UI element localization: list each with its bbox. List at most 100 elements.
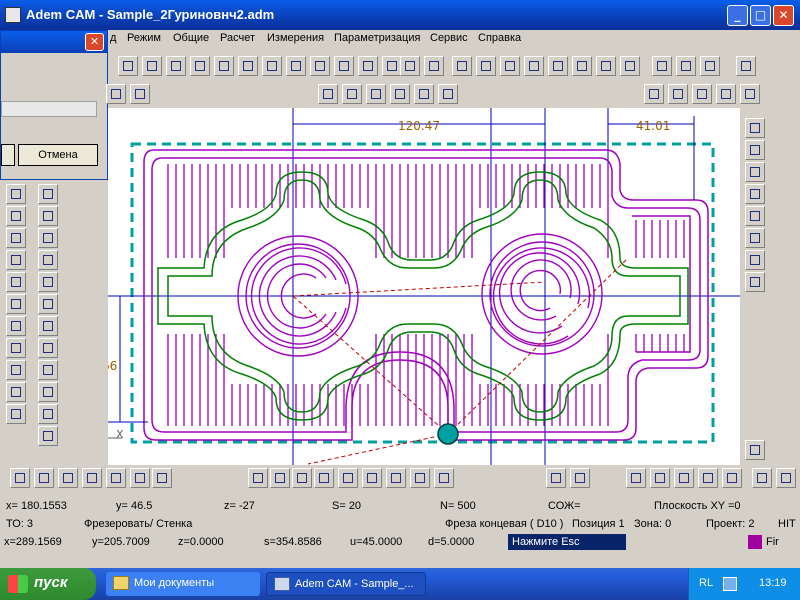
toolbar-button-17[interactable]: [524, 56, 544, 76]
left-tool-a-8[interactable]: [6, 360, 26, 380]
left-tool-b-10[interactable]: [38, 404, 58, 424]
bottom-tool-3[interactable]: [82, 468, 102, 488]
bottom-tool-4[interactable]: [106, 468, 126, 488]
bottom-tool-0[interactable]: [10, 468, 30, 488]
left-tool-b-8[interactable]: [38, 360, 58, 380]
tool-position-marker[interactable]: [437, 423, 459, 445]
toolbar2-button-5[interactable]: [390, 84, 410, 104]
bottom-tool-23[interactable]: [752, 468, 772, 488]
toolbar2-button-6[interactable]: [414, 84, 434, 104]
toolbar-button-0[interactable]: [118, 56, 138, 76]
task-my-documents[interactable]: Мои документы: [106, 572, 260, 596]
toolbar-button-9[interactable]: [334, 56, 354, 76]
bottom-tool-15[interactable]: [434, 468, 454, 488]
left-tool-b-5[interactable]: [38, 294, 58, 314]
left-tool-a-6[interactable]: [6, 316, 26, 336]
left-tool-b-6[interactable]: [38, 316, 58, 336]
right-tool-6[interactable]: [745, 250, 765, 270]
toolbar-button-1[interactable]: [142, 56, 162, 76]
left-tool-b-1[interactable]: [38, 206, 58, 226]
toolbar-button-11[interactable]: [382, 56, 402, 76]
minimize-button[interactable]: _: [727, 5, 748, 26]
lang-indicator[interactable]: RL: [699, 577, 713, 589]
right-tool-2[interactable]: [745, 162, 765, 182]
left-tool-a-3[interactable]: [6, 250, 26, 270]
toolbar-button-15[interactable]: [476, 56, 496, 76]
left-tool-a-4[interactable]: [6, 272, 26, 292]
toolbar-button-4[interactable]: [214, 56, 234, 76]
menu-service[interactable]: Сервис: [430, 32, 468, 44]
toolbar-button-16[interactable]: [500, 56, 520, 76]
toolbar2-button-12[interactable]: [740, 84, 760, 104]
left-tool-b-0[interactable]: [38, 184, 58, 204]
bottom-tool-6[interactable]: [152, 468, 172, 488]
right-tool-0[interactable]: [745, 118, 765, 138]
toolbar-button-12[interactable]: [400, 56, 420, 76]
toolbar-button-21[interactable]: [620, 56, 640, 76]
bottom-tool-16[interactable]: [546, 468, 566, 488]
dialog-ok-button[interactable]: [1, 144, 15, 166]
right-tool-3[interactable]: [745, 184, 765, 204]
left-tool-a-1[interactable]: [6, 206, 26, 226]
right-tool-bottom[interactable]: [745, 440, 765, 460]
left-tool-a-0[interactable]: [6, 184, 26, 204]
toolbar-button-18[interactable]: [548, 56, 568, 76]
right-tool-4[interactable]: [745, 206, 765, 226]
bottom-tool-19[interactable]: [650, 468, 670, 488]
left-tool-b-9[interactable]: [38, 382, 58, 402]
left-tool-b-3[interactable]: [38, 250, 58, 270]
right-tool-5[interactable]: [745, 228, 765, 248]
color-swatch[interactable]: [748, 535, 762, 549]
close-button[interactable]: ✕: [773, 5, 794, 26]
dialog-input-field[interactable]: [1, 101, 97, 117]
bottom-tool-18[interactable]: [626, 468, 646, 488]
menu-param[interactable]: Параметризация: [334, 32, 420, 44]
bottom-tool-24[interactable]: [776, 468, 796, 488]
toolbar2-button-11[interactable]: [716, 84, 736, 104]
toolbar-button-25[interactable]: [736, 56, 756, 76]
bottom-tool-14[interactable]: [410, 468, 430, 488]
menu-calc[interactable]: Расчет: [220, 32, 255, 44]
toolbar-button-23[interactable]: [676, 56, 696, 76]
bottom-tool-9[interactable]: [292, 468, 312, 488]
toolbar2-button-0[interactable]: [106, 84, 126, 104]
left-tool-a-10[interactable]: [6, 404, 26, 424]
toolbar-button-13[interactable]: [424, 56, 444, 76]
network-icon[interactable]: [723, 577, 737, 591]
bottom-tool-12[interactable]: [362, 468, 382, 488]
left-tool-a-5[interactable]: [6, 294, 26, 314]
toolbar-button-8[interactable]: [310, 56, 330, 76]
left-tool-b-2[interactable]: [38, 228, 58, 248]
menu-general[interactable]: Общие: [173, 32, 209, 44]
left-tool-b-11[interactable]: [38, 426, 58, 446]
bottom-tool-17[interactable]: [570, 468, 590, 488]
bottom-tool-8[interactable]: [270, 468, 290, 488]
left-tool-a-9[interactable]: [6, 382, 26, 402]
bottom-tool-5[interactable]: [130, 468, 150, 488]
toolbar-button-19[interactable]: [572, 56, 592, 76]
toolbar-button-10[interactable]: [358, 56, 378, 76]
toolbar2-button-7[interactable]: [438, 84, 458, 104]
toolbar-button-6[interactable]: [262, 56, 282, 76]
bottom-tool-2[interactable]: [58, 468, 78, 488]
bottom-tool-22[interactable]: [722, 468, 742, 488]
toolbar2-button-2[interactable]: [318, 84, 338, 104]
toolbar-button-20[interactable]: [596, 56, 616, 76]
toolbar2-button-8[interactable]: [644, 84, 664, 104]
toolbar-button-14[interactable]: [452, 56, 472, 76]
toolbar-button-2[interactable]: [166, 56, 186, 76]
right-tool-7[interactable]: [745, 272, 765, 292]
bottom-tool-11[interactable]: [338, 468, 358, 488]
bottom-tool-10[interactable]: [314, 468, 334, 488]
bottom-tool-1[interactable]: [34, 468, 54, 488]
menu-mode[interactable]: Режим: [127, 32, 161, 44]
toolbar-button-3[interactable]: [190, 56, 210, 76]
start-button[interactable]: пуск: [0, 568, 96, 600]
task-adem-cam[interactable]: Adem CAM - Sample_...: [266, 572, 426, 596]
toolbar-button-22[interactable]: [652, 56, 672, 76]
left-tool-b-4[interactable]: [38, 272, 58, 292]
toolbar2-button-1[interactable]: [130, 84, 150, 104]
maximize-button[interactable]: □: [750, 5, 771, 26]
right-tool-1[interactable]: [745, 140, 765, 160]
menu-partial[interactable]: д: [110, 32, 116, 44]
